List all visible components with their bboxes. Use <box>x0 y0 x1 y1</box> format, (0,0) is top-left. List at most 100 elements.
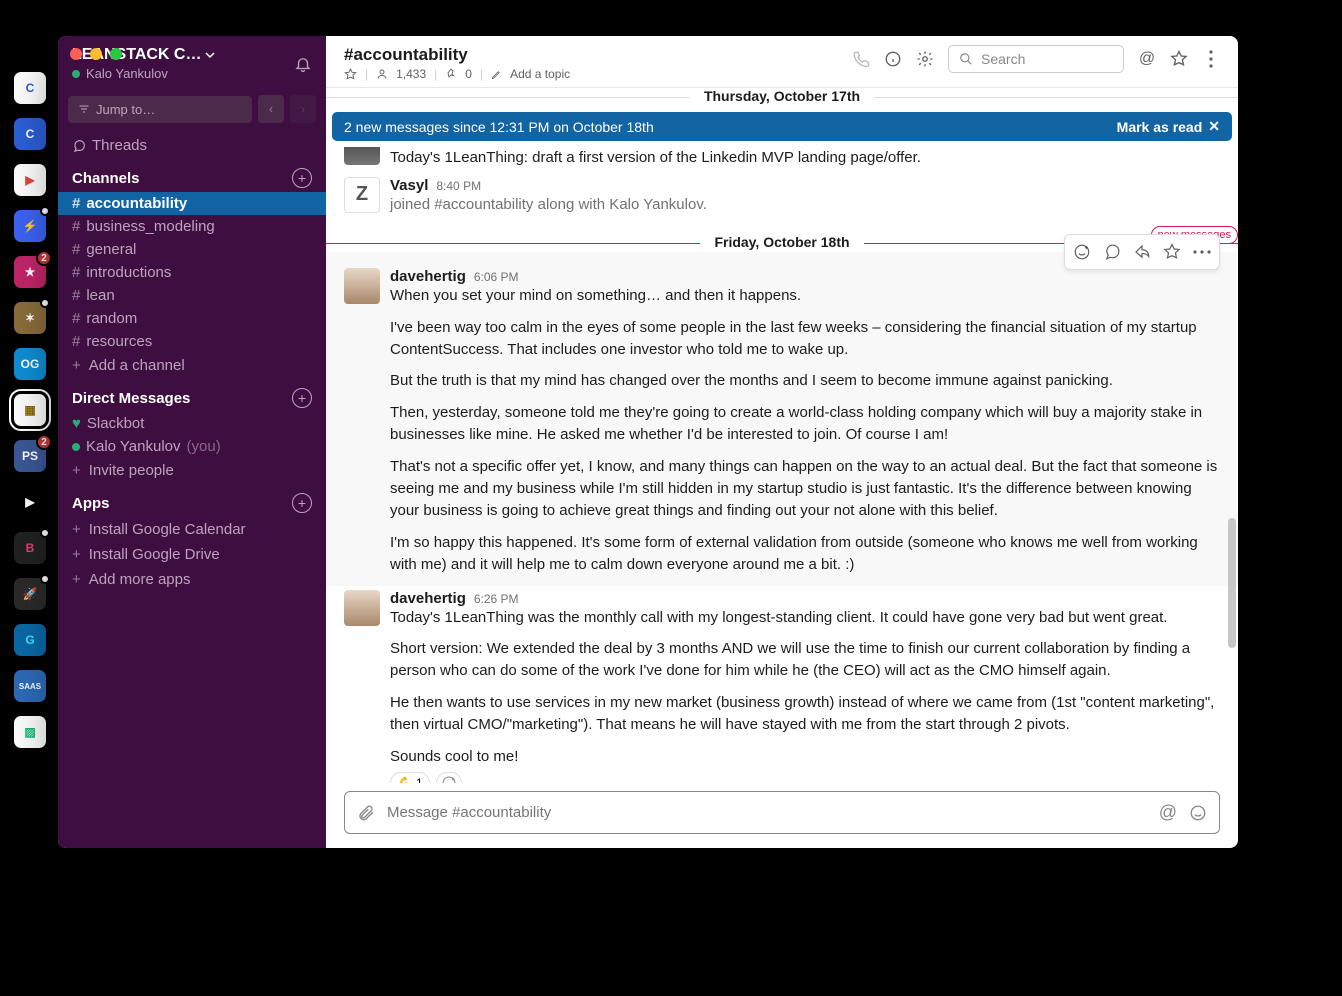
info-icon[interactable] <box>884 50 902 68</box>
channel-meta: | 1,433 | 0 | Add a topic <box>344 67 570 81</box>
reaction-row: 💪1 <box>390 772 1220 783</box>
presence-dot-icon <box>72 443 80 451</box>
heart-icon: ♥ <box>72 415 81 432</box>
dm-item[interactable]: ♥Slackbot <box>58 412 326 435</box>
more-actions-button[interactable] <box>1187 237 1217 267</box>
message-hover-actions <box>1064 234 1220 270</box>
share-button[interactable] <box>1127 237 1157 267</box>
phone-icon[interactable] <box>852 50 870 68</box>
mark-as-read-button[interactable]: Mark as read ✕ <box>1117 118 1220 135</box>
plus-icon: + <box>72 462 81 479</box>
message-text: Today's 1LeanThing: draft a first versio… <box>390 147 1220 169</box>
plus-icon: + <box>72 521 81 538</box>
save-button[interactable] <box>1157 237 1187 267</box>
unread-dot-icon <box>40 206 50 216</box>
window-traffic-lights[interactable] <box>70 48 122 60</box>
channel-item[interactable]: #business_modeling <box>58 215 326 238</box>
app-item[interactable]: +Add more apps <box>58 567 326 592</box>
gear-icon[interactable] <box>916 50 934 68</box>
mentions-icon[interactable]: @ <box>1138 50 1156 68</box>
message: Today's 1LeanThing: draft a first versio… <box>326 141 1238 173</box>
app-item[interactable]: +Install Google Drive <box>58 542 326 567</box>
add-reaction-button[interactable] <box>1067 237 1097 267</box>
new-messages-banner[interactable]: 2 new messages since 12:31 PM on October… <box>332 112 1232 141</box>
message-composer[interactable]: @ <box>344 791 1220 834</box>
channel-item[interactable]: #random <box>58 307 326 330</box>
avatar[interactable] <box>344 590 380 626</box>
workspace-icon[interactable]: SAAS <box>14 670 46 702</box>
channels-header[interactable]: Channels + <box>58 158 326 192</box>
workspace-icon[interactable]: C <box>14 118 46 150</box>
workspace-icon[interactable]: C <box>14 72 46 104</box>
reaction-chip[interactable]: 💪1 <box>390 772 430 783</box>
message-list[interactable]: Thursday, October 17th 2 new messages si… <box>326 88 1238 783</box>
presence-dot-icon <box>72 70 80 78</box>
channel-item[interactable]: #lean <box>58 284 326 307</box>
hash-icon: # <box>72 218 80 235</box>
more-icon[interactable] <box>1202 50 1220 68</box>
date-divider: Thursday, October 17th <box>326 88 1238 106</box>
workspace-icon[interactable]: ▶ <box>14 486 46 518</box>
workspace-icon[interactable]: ▦ <box>14 394 46 426</box>
dm-item[interactable]: Kalo Yankulov (you) <box>58 435 326 458</box>
workspace-icon[interactable]: PS2 <box>14 440 46 472</box>
close-icon[interactable]: ✕ <box>1208 118 1220 135</box>
sidebar: LEANSTACK C… Kalo Yankulov Jump to… ‹ › … <box>58 36 326 848</box>
composer-input[interactable] <box>387 804 1147 821</box>
avatar[interactable] <box>344 268 380 304</box>
avatar[interactable]: Z <box>344 177 380 213</box>
add-reaction-button[interactable] <box>436 772 462 783</box>
message-author[interactable]: Vasyl <box>390 177 428 194</box>
hash-icon: # <box>72 195 80 212</box>
close-dot <box>70 48 82 60</box>
workspace-icon[interactable]: ★2 <box>14 256 46 288</box>
emoji-icon[interactable] <box>1189 804 1207 822</box>
channel-item[interactable]: #accountability <box>58 192 326 215</box>
app-item[interactable]: +Install Google Calendar <box>58 517 326 542</box>
star-icon[interactable] <box>344 68 357 81</box>
jump-to-input[interactable]: Jump to… <box>68 96 252 123</box>
workspace-header[interactable]: LEANSTACK C… Kalo Yankulov <box>58 36 326 91</box>
star-icon[interactable] <box>1170 50 1188 68</box>
bell-icon[interactable] <box>294 55 312 73</box>
apps-header[interactable]: Apps + <box>58 483 326 517</box>
mention-icon[interactable]: @ <box>1159 802 1177 823</box>
search-input[interactable]: Search <box>948 45 1124 73</box>
start-thread-button[interactable] <box>1097 237 1127 267</box>
workspace-icon[interactable]: ▨ <box>14 716 46 748</box>
scrollbar-thumb[interactable] <box>1228 518 1236 648</box>
pin-icon <box>445 68 457 80</box>
unread-dot-icon <box>40 574 50 584</box>
search-icon <box>959 52 973 66</box>
hash-icon: # <box>72 241 80 258</box>
workspace-user: Kalo Yankulov <box>72 66 215 81</box>
history-back-button[interactable]: ‹ <box>258 95 284 123</box>
add-app-icon[interactable]: + <box>292 493 312 513</box>
add-channel-icon[interactable]: + <box>292 168 312 188</box>
message-author[interactable]: davehertig <box>390 590 466 607</box>
pencil-icon <box>491 69 502 80</box>
channel-item[interactable]: #introductions <box>58 261 326 284</box>
attachment-icon[interactable] <box>357 804 375 822</box>
workspace-icon[interactable]: 🚀 <box>14 578 46 610</box>
channel-item[interactable]: #resources <box>58 330 326 353</box>
new-dm-icon[interactable]: + <box>292 388 312 408</box>
message-author[interactable]: davehertig <box>390 268 466 285</box>
channel-title[interactable]: #accountability <box>344 45 570 65</box>
threads-link[interactable]: Threads <box>58 133 326 158</box>
main-pane: #accountability | 1,433 | 0 | Add a topi… <box>326 36 1238 848</box>
workspace-icon[interactable]: ✶ <box>14 302 46 334</box>
workspace-icon[interactable]: G <box>14 624 46 656</box>
avatar[interactable] <box>344 147 380 165</box>
add-topic-link[interactable]: Add a topic <box>510 67 570 81</box>
invite-people-link[interactable]: + Invite people <box>58 458 326 483</box>
workspace-icon[interactable]: OG <box>14 348 46 380</box>
workspace-icon[interactable]: ⚡ <box>14 210 46 242</box>
channel-item[interactable]: #general <box>58 238 326 261</box>
chevron-down-icon <box>205 50 215 60</box>
workspace-icon[interactable]: ▶ <box>14 164 46 196</box>
dm-header[interactable]: Direct Messages + <box>58 378 326 412</box>
workspace-icon[interactable]: B <box>14 532 46 564</box>
add-channel-link[interactable]: + Add a channel <box>58 353 326 378</box>
history-forward-button[interactable]: › <box>290 95 316 123</box>
